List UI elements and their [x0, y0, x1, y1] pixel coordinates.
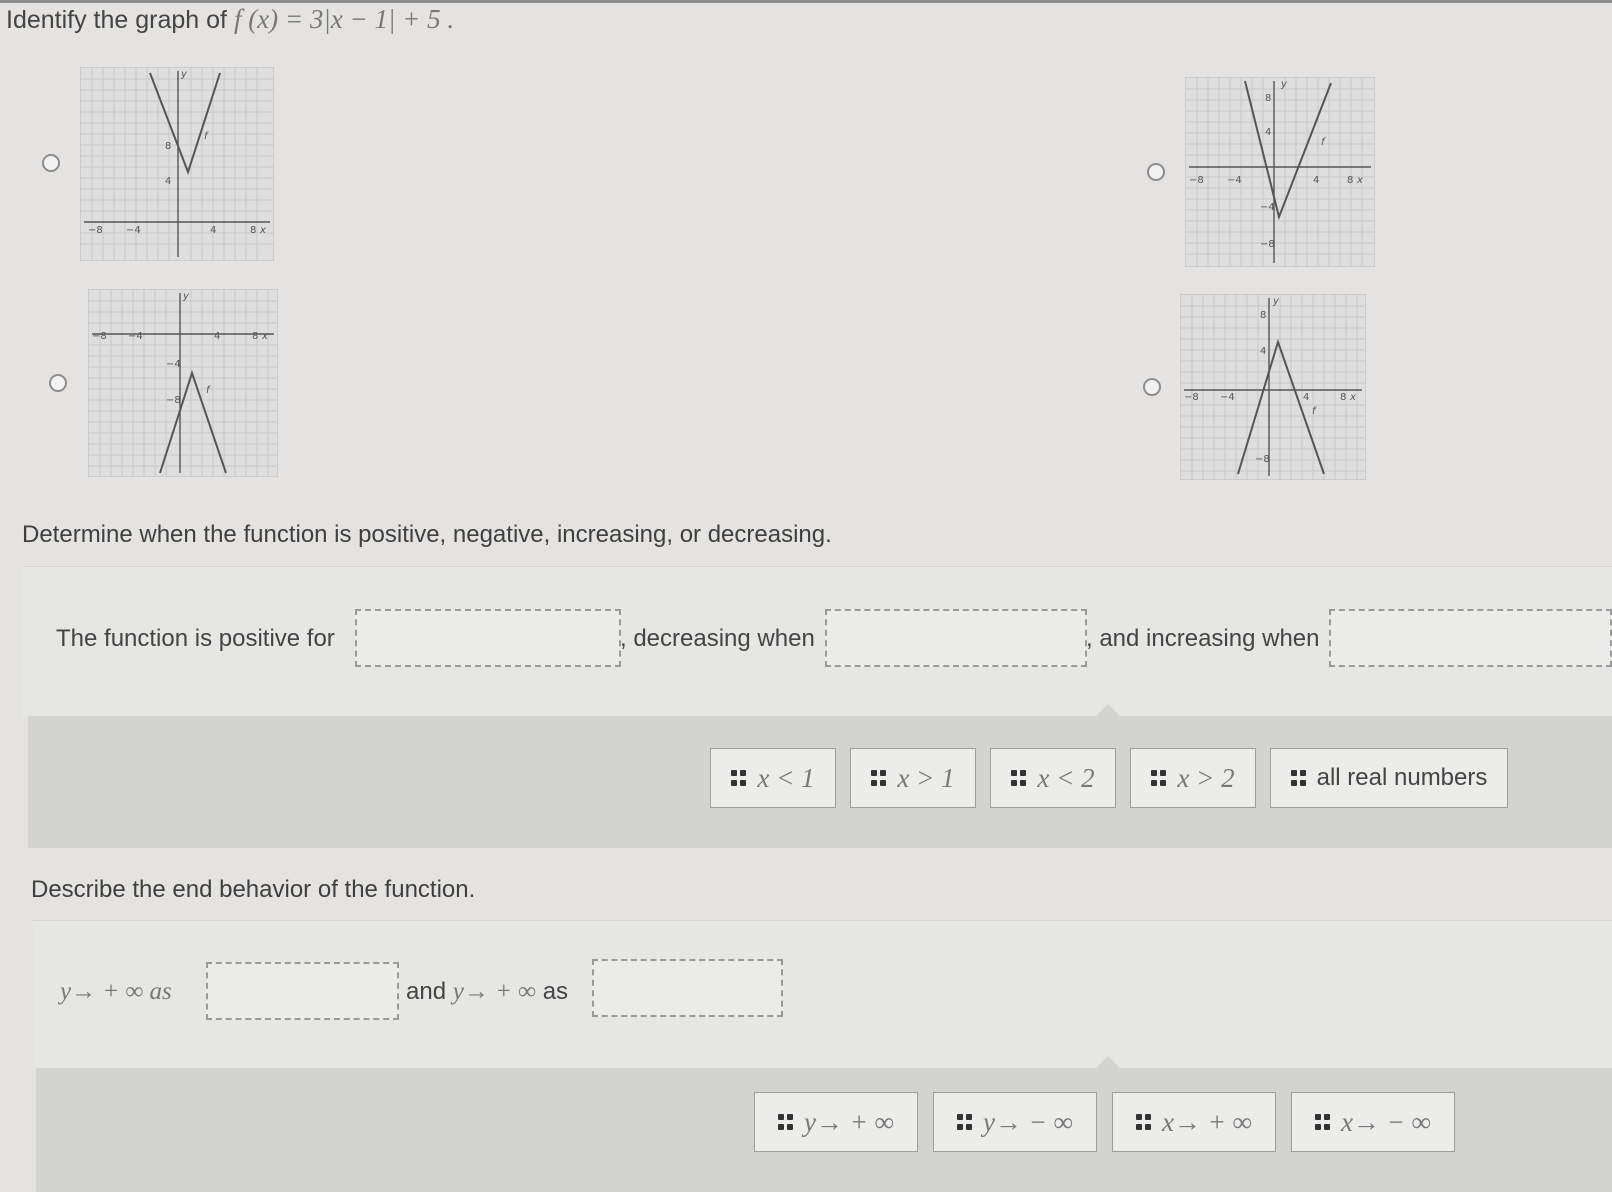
- graph-option-4-plot: −8 −4 4 8 x 8 4 −8 y f: [1180, 294, 1366, 480]
- graph-option-2-tick-y4: −8: [1260, 239, 1275, 250]
- question-formula: f (x) = 3|x − 1| + 5 .: [233, 4, 455, 34]
- drag-handle-icon: [731, 770, 747, 786]
- graph-option-4-radio[interactable]: [1143, 378, 1161, 396]
- choice-label: x→ + ∞: [1162, 1106, 1252, 1137]
- part3-y-arrow-1: y→ + ∞ as: [60, 978, 172, 1005]
- part3-title: Describe the end behavior of the functio…: [31, 876, 476, 903]
- graph-option-1-axis-y: y: [180, 69, 188, 80]
- graph-option-4-tick-x1: −8: [1184, 392, 1199, 403]
- graph-option-4-tick-x4: 8: [1340, 392, 1346, 403]
- graph-option-3: −8 −4 4 8 x −4 −8 y f: [88, 289, 278, 477]
- choice-label: y→ + ∞: [804, 1106, 894, 1137]
- choice-y-to-plus-infinity[interactable]: y→ + ∞: [754, 1092, 918, 1152]
- graph-option-2-tick-y3: −4: [1260, 202, 1275, 213]
- graph-option-1-tick-x4: 8: [250, 225, 256, 236]
- graph-option-2-axis-y: y: [1280, 79, 1288, 90]
- choice-x-greater-1[interactable]: x > 1: [850, 748, 976, 808]
- graph-option-2-tick-x4: 8: [1347, 175, 1353, 186]
- graph-option-1-axis-x: x: [259, 225, 266, 236]
- graph-option-3-tick-y1: −4: [166, 359, 181, 370]
- graph-option-2-radio[interactable]: [1147, 163, 1165, 181]
- graph-option-2-axis-x: x: [1356, 175, 1363, 186]
- drag-handle-icon: [1011, 770, 1027, 786]
- choice-x-to-plus-infinity[interactable]: x→ + ∞: [1112, 1092, 1276, 1152]
- graph-option-3-plot: −8 −4 4 8 x −4 −8 y f: [88, 289, 278, 477]
- graph-option-1-radio[interactable]: [42, 154, 60, 172]
- graph-option-1-plot: −8 −4 4 8 x 8 4 y f: [80, 67, 274, 261]
- graph-option-4-tick-x3: 4: [1303, 392, 1309, 403]
- increasing-drop-zone[interactable]: [1329, 609, 1612, 667]
- drag-handle-icon: [1151, 770, 1167, 786]
- choice-label: all real numbers: [1316, 764, 1488, 791]
- top-divider: [0, 0, 1612, 3]
- graph-option-3-tick-x4: 8: [252, 331, 258, 342]
- part2-tray-pointer: [1096, 704, 1120, 716]
- positive-drop-zone[interactable]: [355, 609, 621, 667]
- graph-option-3-tick-y2: −8: [166, 395, 181, 406]
- drag-handle-icon: [1136, 1114, 1152, 1130]
- graph-option-4-axis-y: y: [1272, 296, 1280, 307]
- choice-label: x > 1: [897, 762, 955, 793]
- end-behavior-drop-zone-2[interactable]: [592, 959, 783, 1017]
- graph-option-4-tick-y1: 8: [1260, 310, 1266, 321]
- choice-x-less-1[interactable]: x < 1: [710, 748, 836, 808]
- graph-option-4: −8 −4 4 8 x 8 4 −8 y f: [1180, 294, 1366, 480]
- graph-option-3-axis-y: y: [182, 291, 190, 302]
- drag-handle-icon: [1290, 770, 1307, 786]
- part3-tray-pointer: [1096, 1056, 1120, 1068]
- graph-option-1-tick-x3: 4: [210, 225, 216, 236]
- graph-option-1-tick-x1: −8: [88, 225, 103, 236]
- graph-option-3-tick-x2: −4: [128, 331, 143, 342]
- question-title: Identify the graph of f (x) = 3|x − 1| +…: [6, 4, 454, 35]
- graph-option-2-tick-x1: −8: [1189, 175, 1204, 186]
- graph-option-2-plot: −8 −4 4 8 x 8 4 −4 −8 y f: [1185, 77, 1375, 267]
- part3-and: and: [406, 978, 447, 1005]
- choice-x-to-minus-infinity[interactable]: x→ − ∞: [1291, 1092, 1455, 1152]
- graph-option-4-axis-x: x: [1349, 392, 1356, 403]
- choice-x-less-2[interactable]: x < 2: [990, 748, 1116, 808]
- decreasing-drop-zone[interactable]: [825, 609, 1087, 667]
- choice-label: x→ − ∞: [1341, 1106, 1431, 1137]
- graph-option-2-tick-x2: −4: [1227, 175, 1242, 186]
- graph-option-4-tick-y2: 4: [1260, 346, 1266, 357]
- choice-label: x < 1: [757, 762, 815, 793]
- choice-label: x < 2: [1037, 762, 1095, 793]
- part3-y-arrow-2: y→ + ∞: [452, 978, 537, 1005]
- choice-all-real-numbers[interactable]: all real numbers: [1270, 748, 1508, 808]
- part3-as: as: [542, 978, 569, 1005]
- graph-option-4-tick-x2: −4: [1220, 392, 1235, 403]
- part2-text-decreasing: , decreasing when: [620, 625, 815, 652]
- graph-option-2-tick-y1: 8: [1265, 93, 1271, 104]
- graph-option-3-tick-x3: 4: [214, 331, 220, 342]
- graph-option-4-tick-y3: −8: [1255, 454, 1270, 465]
- question-prefix: Identify the graph of: [6, 6, 227, 34]
- graph-option-3-radio[interactable]: [49, 374, 67, 392]
- graph-option-3-axis-x: x: [261, 331, 268, 342]
- part2-title: Determine when the function is positive,…: [22, 521, 832, 548]
- graph-option-3-tick-x1: −8: [92, 331, 107, 342]
- choice-x-greater-2[interactable]: x > 2: [1130, 748, 1256, 808]
- graph-option-2: −8 −4 4 8 x 8 4 −4 −8 y f: [1185, 77, 1375, 267]
- choice-y-to-minus-infinity[interactable]: y→ − ∞: [933, 1092, 1097, 1152]
- drag-handle-icon: [1315, 1114, 1331, 1130]
- choice-label: x > 2: [1177, 762, 1235, 793]
- part3-text-1: y→ + ∞ as: [60, 978, 172, 1006]
- graph-option-1-tick-y2: 4: [165, 176, 171, 187]
- part3-text-2: and y→ + ∞ as: [406, 978, 568, 1006]
- graph-option-2-tick-y2: 4: [1265, 127, 1271, 138]
- drag-handle-icon: [957, 1114, 973, 1130]
- end-behavior-drop-zone-1[interactable]: [206, 962, 399, 1020]
- drag-handle-icon: [778, 1114, 794, 1130]
- part2-text-increasing: , and increasing when: [1086, 625, 1320, 652]
- drag-handle-icon: [871, 770, 887, 786]
- graph-option-1-tick-x2: −4: [126, 225, 141, 236]
- part2-text-positive: The function is positive for: [56, 625, 335, 652]
- choice-label: y→ − ∞: [983, 1106, 1073, 1137]
- graph-option-1: −8 −4 4 8 x 8 4 y f: [80, 67, 274, 261]
- graph-option-2-tick-x3: 4: [1313, 175, 1319, 186]
- graph-option-1-tick-y1: 8: [165, 141, 171, 152]
